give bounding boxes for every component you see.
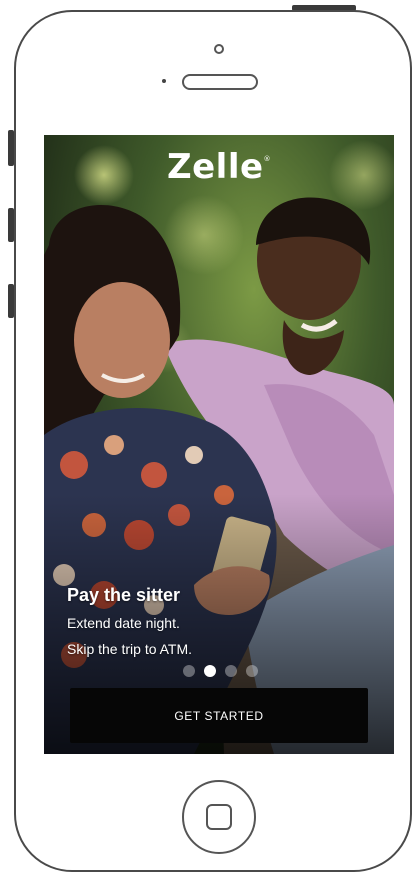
proximity-sensor-icon (162, 79, 166, 83)
onboarding-line-1: Extend date night. (67, 615, 180, 631)
get-started-button[interactable]: GET STARTED (70, 688, 368, 743)
app-screen: Zelle® Pay the sitter Extend date night.… (44, 135, 394, 754)
home-button-icon[interactable] (182, 780, 256, 854)
page-dot-3[interactable] (225, 665, 237, 677)
zelle-logo: Zelle® (166, 147, 272, 187)
front-camera-icon (214, 44, 224, 54)
page-dot-1[interactable] (183, 665, 195, 677)
home-square-icon (206, 804, 232, 830)
page-dot-2[interactable] (204, 665, 216, 677)
earpiece-speaker-icon (182, 74, 258, 90)
onboarding-headline: Pay the sitter (67, 585, 181, 605)
page-indicator (183, 665, 258, 677)
onboarding-line-2: Skip the trip to ATM. (67, 641, 193, 657)
device-mockup: Zelle® Pay the sitter Extend date night.… (0, 0, 419, 877)
page-dot-4[interactable] (246, 665, 258, 677)
